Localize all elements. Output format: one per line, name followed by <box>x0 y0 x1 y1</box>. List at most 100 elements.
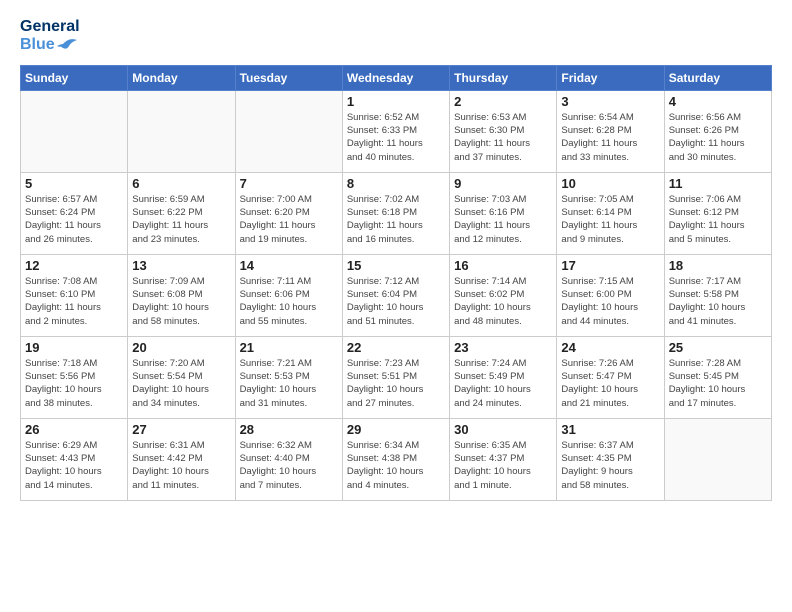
day-number: 17 <box>561 258 659 273</box>
calendar-cell: 14Sunrise: 7:11 AM Sunset: 6:06 PM Dayli… <box>235 254 342 336</box>
calendar-cell: 24 Sunrise: 7:26 AM Sunset: 5:47 PM Dayli… <box>557 336 664 418</box>
day-info: Sunrise: 7:18 AM Sunset: 5:56 PM Dayligh… <box>25 357 123 410</box>
day-number: 28 <box>240 422 338 437</box>
day-number: 29 <box>347 422 445 437</box>
day-number: 9 <box>454 176 552 191</box>
day-info: Sunrise: 7:08 AM Sunset: 6:10 PM Dayligh… <box>25 275 123 328</box>
day-number: 22 <box>347 340 445 355</box>
day-number: 11 <box>669 176 767 191</box>
calendar-cell <box>128 90 235 172</box>
week-row-2: 5 Sunrise: 6:57 AM Sunset: 6:24 PM Daylig… <box>21 172 772 254</box>
day-info: Sunrise: 6:35 AM Sunset: 4:37 PM Dayligh… <box>454 439 552 492</box>
day-info: Sunrise: 7:03 AM Sunset: 6:16 PM Dayligh… <box>454 193 552 246</box>
calendar-table: SundayMondayTuesdayWednesdayThursdayFrid… <box>20 65 772 501</box>
day-info: Sunrise: 6:52 AM Sunset: 6:33 PM Dayligh… <box>347 111 445 164</box>
calendar-cell: 18Sunrise: 7:17 AM Sunset: 5:58 PM Dayli… <box>664 254 771 336</box>
calendar-cell: 29 Sunrise: 6:34 AM Sunset: 4:38 PM Dayli… <box>342 418 449 500</box>
calendar-cell: 26 Sunrise: 6:29 AM Sunset: 4:43 PM Dayli… <box>21 418 128 500</box>
weekday-header-sunday: Sunday <box>21 65 128 90</box>
day-info: Sunrise: 7:05 AM Sunset: 6:14 PM Dayligh… <box>561 193 659 246</box>
calendar-cell <box>664 418 771 500</box>
calendar-cell: 3Sunrise: 6:54 AM Sunset: 6:28 PM Daylig… <box>557 90 664 172</box>
day-number: 20 <box>132 340 230 355</box>
week-row-3: 12 Sunrise: 7:08 AM Sunset: 6:10 PM Dayli… <box>21 254 772 336</box>
day-number: 25 <box>669 340 767 355</box>
weekday-header-wednesday: Wednesday <box>342 65 449 90</box>
day-number: 10 <box>561 176 659 191</box>
day-info: Sunrise: 6:57 AM Sunset: 6:24 PM Dayligh… <box>25 193 123 246</box>
day-info: Sunrise: 7:20 AM Sunset: 5:54 PM Dayligh… <box>132 357 230 410</box>
calendar-cell: 17Sunrise: 7:15 AM Sunset: 6:00 PM Dayli… <box>557 254 664 336</box>
day-number: 21 <box>240 340 338 355</box>
calendar-cell <box>235 90 342 172</box>
calendar-cell: 13 Sunrise: 7:09 AM Sunset: 6:08 PM Dayli… <box>128 254 235 336</box>
day-number: 7 <box>240 176 338 191</box>
calendar-cell: 11 Sunrise: 7:06 AM Sunset: 6:12 PM Dayli… <box>664 172 771 254</box>
header: General Blue <box>20 18 772 55</box>
weekday-header-saturday: Saturday <box>664 65 771 90</box>
calendar-cell: 10 Sunrise: 7:05 AM Sunset: 6:14 PM Dayli… <box>557 172 664 254</box>
day-info: Sunrise: 7:26 AM Sunset: 5:47 PM Dayligh… <box>561 357 659 410</box>
day-info: Sunrise: 7:12 AM Sunset: 6:04 PM Dayligh… <box>347 275 445 328</box>
page: General Blue SundayMondayTuesdayWednesda… <box>0 0 792 511</box>
calendar-cell: 23 Sunrise: 7:24 AM Sunset: 5:49 PM Dayli… <box>450 336 557 418</box>
day-info: Sunrise: 6:34 AM Sunset: 4:38 PM Dayligh… <box>347 439 445 492</box>
day-number: 27 <box>132 422 230 437</box>
weekday-header-monday: Monday <box>128 65 235 90</box>
calendar-cell: 15Sunrise: 7:12 AM Sunset: 6:04 PM Dayli… <box>342 254 449 336</box>
calendar-cell: 7 Sunrise: 7:00 AM Sunset: 6:20 PM Daylig… <box>235 172 342 254</box>
day-number: 19 <box>25 340 123 355</box>
day-info: Sunrise: 6:37 AM Sunset: 4:35 PM Dayligh… <box>561 439 659 492</box>
day-info: Sunrise: 6:56 AM Sunset: 6:26 PM Dayligh… <box>669 111 767 164</box>
weekday-header-tuesday: Tuesday <box>235 65 342 90</box>
day-number: 18 <box>669 258 767 273</box>
calendar-cell: 27Sunrise: 6:31 AM Sunset: 4:42 PM Dayli… <box>128 418 235 500</box>
day-info: Sunrise: 7:21 AM Sunset: 5:53 PM Dayligh… <box>240 357 338 410</box>
calendar-cell: 31Sunrise: 6:37 AM Sunset: 4:35 PM Dayli… <box>557 418 664 500</box>
day-info: Sunrise: 7:09 AM Sunset: 6:08 PM Dayligh… <box>132 275 230 328</box>
calendar-cell: 9 Sunrise: 7:03 AM Sunset: 6:16 PM Daylig… <box>450 172 557 254</box>
day-info: Sunrise: 7:24 AM Sunset: 5:49 PM Dayligh… <box>454 357 552 410</box>
calendar-cell: 30 Sunrise: 6:35 AM Sunset: 4:37 PM Dayli… <box>450 418 557 500</box>
day-number: 5 <box>25 176 123 191</box>
day-number: 8 <box>347 176 445 191</box>
day-number: 13 <box>132 258 230 273</box>
day-info: Sunrise: 6:29 AM Sunset: 4:43 PM Dayligh… <box>25 439 123 492</box>
day-number: 2 <box>454 94 552 109</box>
logo-blue-text: Blue <box>20 36 55 54</box>
logo-general-text: General <box>20 18 80 36</box>
calendar-cell: 6 Sunrise: 6:59 AM Sunset: 6:22 PM Daylig… <box>128 172 235 254</box>
week-row-4: 19 Sunrise: 7:18 AM Sunset: 5:56 PM Dayli… <box>21 336 772 418</box>
day-info: Sunrise: 7:23 AM Sunset: 5:51 PM Dayligh… <box>347 357 445 410</box>
day-number: 6 <box>132 176 230 191</box>
day-number: 26 <box>25 422 123 437</box>
day-number: 12 <box>25 258 123 273</box>
calendar-cell: 2 Sunrise: 6:53 AM Sunset: 6:30 PM Daylig… <box>450 90 557 172</box>
calendar-cell: 22 Sunrise: 7:23 AM Sunset: 5:51 PM Dayli… <box>342 336 449 418</box>
calendar-cell: 4 Sunrise: 6:56 AM Sunset: 6:26 PM Daylig… <box>664 90 771 172</box>
calendar-cell: 8Sunrise: 7:02 AM Sunset: 6:18 PM Daylig… <box>342 172 449 254</box>
calendar-cell: 20 Sunrise: 7:20 AM Sunset: 5:54 PM Dayli… <box>128 336 235 418</box>
day-info: Sunrise: 7:06 AM Sunset: 6:12 PM Dayligh… <box>669 193 767 246</box>
calendar-cell: 16Sunrise: 7:14 AM Sunset: 6:02 PM Dayli… <box>450 254 557 336</box>
calendar-cell <box>21 90 128 172</box>
calendar-cell: 12 Sunrise: 7:08 AM Sunset: 6:10 PM Dayli… <box>21 254 128 336</box>
week-row-1: 1 Sunrise: 6:52 AM Sunset: 6:33 PM Daylig… <box>21 90 772 172</box>
day-info: Sunrise: 6:53 AM Sunset: 6:30 PM Dayligh… <box>454 111 552 164</box>
calendar-cell: 19 Sunrise: 7:18 AM Sunset: 5:56 PM Dayli… <box>21 336 128 418</box>
day-info: Sunrise: 7:00 AM Sunset: 6:20 PM Dayligh… <box>240 193 338 246</box>
day-number: 23 <box>454 340 552 355</box>
calendar-cell: 28Sunrise: 6:32 AM Sunset: 4:40 PM Dayli… <box>235 418 342 500</box>
weekday-header-row: SundayMondayTuesdayWednesdayThursdayFrid… <box>21 65 772 90</box>
day-number: 4 <box>669 94 767 109</box>
day-number: 30 <box>454 422 552 437</box>
weekday-header-friday: Friday <box>557 65 664 90</box>
calendar-cell: 25Sunrise: 7:28 AM Sunset: 5:45 PM Dayli… <box>664 336 771 418</box>
calendar-cell: 21 Sunrise: 7:21 AM Sunset: 5:53 PM Dayli… <box>235 336 342 418</box>
day-number: 24 <box>561 340 659 355</box>
day-number: 1 <box>347 94 445 109</box>
weekday-header-thursday: Thursday <box>450 65 557 90</box>
calendar-cell: 1 Sunrise: 6:52 AM Sunset: 6:33 PM Daylig… <box>342 90 449 172</box>
day-info: Sunrise: 6:59 AM Sunset: 6:22 PM Dayligh… <box>132 193 230 246</box>
calendar-cell: 5 Sunrise: 6:57 AM Sunset: 6:24 PM Daylig… <box>21 172 128 254</box>
